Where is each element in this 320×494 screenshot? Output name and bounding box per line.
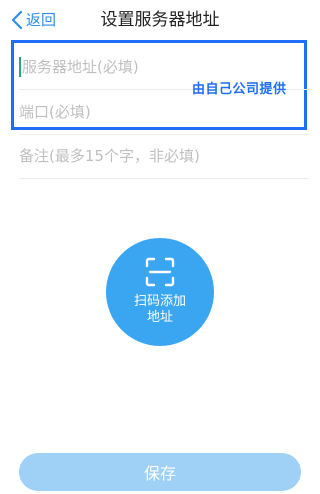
page-title: 设置服务器地址 (100, 10, 220, 30)
text-caret (19, 57, 21, 77)
note-input[interactable] (19, 147, 299, 165)
server-address-input[interactable] (19, 58, 197, 76)
port-input[interactable] (19, 103, 194, 121)
scan-icon (144, 256, 176, 288)
scan-label-line2: 地址 (146, 310, 173, 325)
divider (19, 178, 309, 179)
annotation-label: 由自己公司提供 (192, 82, 287, 97)
note-field[interactable] (19, 134, 309, 178)
scan-button-label: 扫码添加 地址 (106, 294, 214, 326)
header-bar: 返回 设置服务器地址 (0, 0, 320, 40)
scan-add-address-button[interactable]: 扫码添加 地址 (106, 238, 214, 346)
scan-label-line1: 扫码添加 (133, 294, 186, 309)
save-button[interactable]: 保存 (19, 453, 301, 491)
save-label: 保存 (143, 464, 176, 483)
